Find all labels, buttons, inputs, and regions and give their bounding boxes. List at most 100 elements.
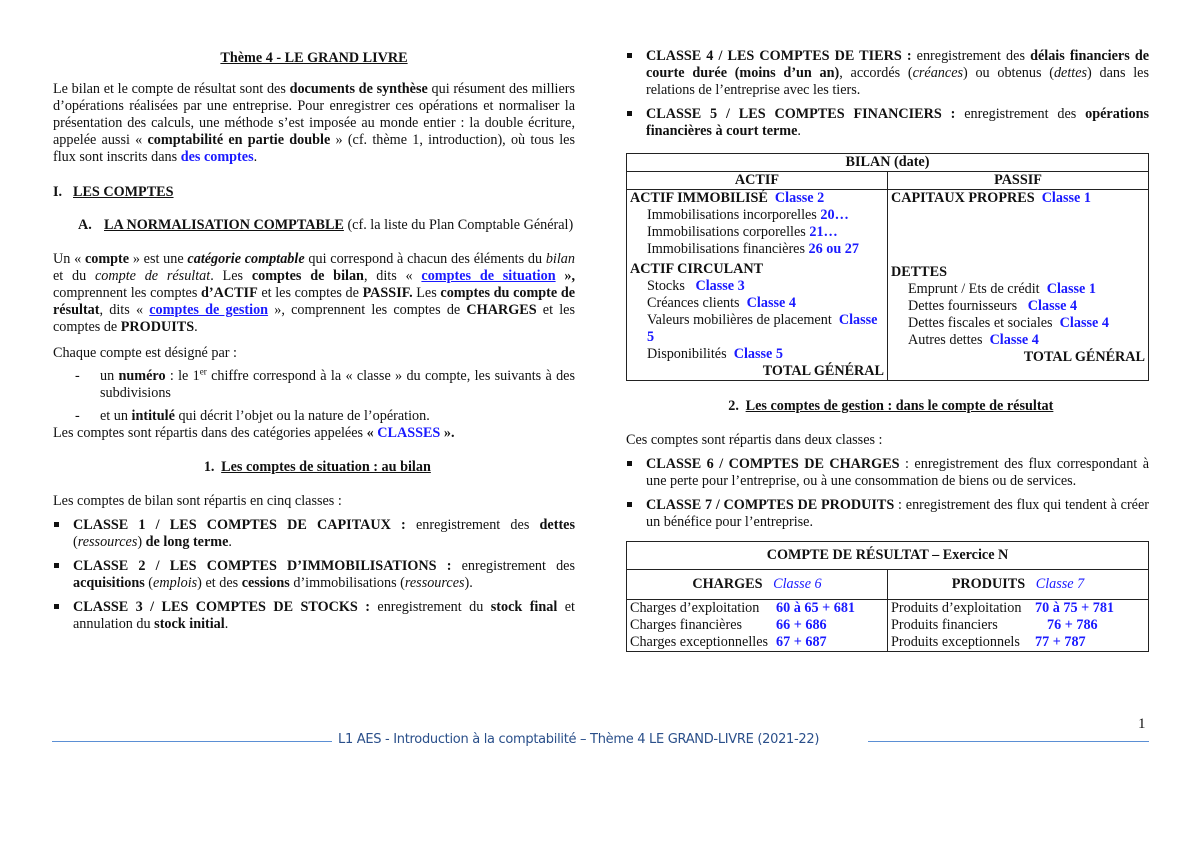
text: un [100, 368, 119, 384]
cr-title: COMPTE DE RÉSULTAT – Exercice N [626, 541, 1149, 570]
bullet-square-icon [627, 502, 632, 507]
item-label: Immobilisations incorporelles [647, 207, 821, 223]
link-comptes-de-gestion[interactable]: comptes de gestion [149, 302, 268, 318]
actif-item: Immobilisations incorporelles 20… [630, 207, 884, 224]
group-label: CAPITAUX PROPRES [891, 190, 1035, 206]
bold-text: stock initial [154, 616, 225, 632]
classe-code: Classe 5 [733, 346, 783, 362]
section-number: 2. [728, 398, 739, 414]
actif-item: Stocks Classe 3 [630, 278, 884, 295]
text: . Les [210, 268, 252, 284]
classe-3-item: CLASSE 3 / LES COMPTES DE STOCKS : enreg… [53, 599, 575, 633]
text: Un « [53, 251, 85, 267]
bold-text: d’ACTIF [200, 285, 258, 301]
actif-header: ACTIF [626, 171, 888, 190]
charges-cell: Charges d’exploitation 60 à 65 + 681 Char… [626, 599, 888, 652]
section-label: Les comptes de gestion : dans le compte … [745, 398, 1054, 414]
classe-code: Classe 7 [1035, 576, 1085, 592]
text: d’immobilisations ( [289, 575, 405, 591]
section-note: (cf. la liste du Plan Comptable Général) [343, 217, 574, 233]
text: , dits « [99, 302, 150, 318]
item-label: Produits d’exploitation [891, 600, 1022, 616]
section-label: LES COMPTES [73, 184, 174, 200]
bilan-table: BILAN (date) ACTIF PASSIF ACTIF IMMOBILI… [626, 153, 1149, 381]
classe-code: Classe 4 [1059, 315, 1109, 331]
passif-cell: CAPITAUX PROPRES Classe 1 DETTES Emprunt… [887, 189, 1149, 381]
bullet-square-icon [54, 522, 59, 527]
account-codes: 60 à 65 + 681 [776, 600, 856, 616]
bold-text: CLASSE 6 / COMPTES DE CHARGES [646, 456, 900, 472]
classe-2-item: CLASSE 2 / LES COMPTES D’IMMOBILISATIONS… [53, 558, 575, 592]
classe-7-item: CLASSE 7 / COMPTES DE PRODUITS : enregis… [626, 497, 1149, 531]
item-label: Créances clients [647, 295, 744, 311]
italic-text: ressources [77, 534, 138, 550]
text: ) et des [197, 575, 242, 591]
item-label: Produits financiers [891, 617, 998, 633]
classe-1-item: CLASSE 1 / LES COMPTES DE CAPITAUX : enr… [53, 517, 575, 551]
bullet-square-icon [627, 53, 632, 58]
bold-text: CHARGES [466, 302, 537, 318]
item-label: Autres dettes [908, 332, 987, 348]
italic-text: ressources [404, 575, 465, 591]
bold-text: ». [440, 425, 455, 441]
page-number: 1 [1138, 716, 1146, 732]
italic-text: dettes [1053, 65, 1088, 81]
actif-immobilise-group: ACTIF IMMOBILISÉ Classe 2 [630, 190, 884, 207]
designation-item-intitule: et un intitulé qui décrit l’objet ou la … [53, 408, 575, 425]
page-title: Thème 4 - LE GRAND LIVRE [220, 50, 408, 66]
italic-text: créances [912, 65, 964, 81]
item-label: Produits exceptionnels [891, 634, 1020, 650]
footer-rule-right [868, 741, 1149, 742]
italic-text: emplois [153, 575, 198, 591]
compte-definition: Un « compte » est une catégorie comptabl… [53, 251, 575, 336]
classe-code: Classe 1 [1041, 190, 1091, 206]
section-heading-2-2: 2. Les comptes de gestion : dans le compt… [626, 398, 1149, 415]
text: ) [137, 534, 146, 550]
bold-text: de long terme [145, 534, 229, 550]
text: enregistrement des [955, 106, 1086, 122]
actif-item: Valeurs mobilières de placement Classe 5 [630, 312, 884, 346]
text: et les comptes de [257, 285, 363, 301]
highlight-text: CLASSES [377, 425, 441, 441]
bold-text: PASSIF. [362, 285, 413, 301]
text: » est une [129, 251, 188, 267]
produits-cell: Produits d’exploitation 70 à 75 + 781 Pro… [887, 599, 1149, 652]
text: ). [464, 575, 473, 591]
classe-5-item: CLASSE 5 / LES COMPTES FINANCIERS : enre… [626, 106, 1149, 140]
section-heading-2-1: 1. Les comptes de situation : au bilan [53, 459, 575, 476]
account-codes: 70 à 75 + 781 [1035, 600, 1115, 616]
bold-text: dettes [539, 517, 576, 533]
classe-code: Classe 1 [1046, 281, 1096, 297]
text: enregistrement du [369, 599, 491, 615]
account-codes: 67 + 687 [776, 634, 827, 650]
section-heading-1: I. LES COMPTES [53, 184, 575, 201]
link-comptes-de-situation[interactable]: comptes de situation [421, 268, 555, 284]
passif-item: Dettes fournisseurs Classe 4 [891, 298, 1145, 315]
actif-item: Disponibilités Classe 5 [630, 346, 884, 363]
item-label: Stocks [647, 278, 689, 294]
right-column: CLASSE 4 / LES COMPTES DE TIERS : enregi… [626, 48, 1149, 652]
compte-de-resultat-table: COMPTE DE RÉSULTAT – Exercice N CHARGES … [626, 541, 1149, 652]
item-label: Charges exceptionnelles [630, 634, 769, 650]
text: Les comptes sont répartis dans des catég… [53, 425, 367, 441]
bold-text: CLASSE 2 / LES COMPTES D’IMMOBILISATIONS… [73, 558, 452, 574]
classe-code: Classe 6 [773, 576, 822, 592]
section-label: Les comptes de situation : au bilan [221, 459, 431, 475]
classe-code: Classe 4 [746, 295, 796, 311]
text: et du [53, 268, 95, 284]
bilan-title: BILAN (date) [626, 153, 1149, 172]
text: Les [412, 285, 441, 301]
designation-intro: Chaque compte est désigné par : [53, 345, 237, 361]
account-codes: 76 + 786 [1047, 617, 1098, 633]
text: , accordés ( [839, 65, 913, 81]
bold-text: CLASSE 7 / COMPTES DE PRODUITS [646, 497, 895, 513]
classes-sentence: Les comptes sont répartis dans des catég… [53, 425, 575, 442]
account-codes: 66 + 686 [776, 617, 827, 633]
text: . [224, 616, 229, 632]
bold-text: CLASSE 1 / LES COMPTES DE CAPITAUX : [73, 517, 406, 533]
bullet-square-icon [54, 563, 59, 568]
text: : le 1 [165, 368, 200, 384]
text: enregistrement des [911, 48, 1031, 64]
passif-item: Dettes fiscales et sociales Classe 4 [891, 315, 1145, 332]
